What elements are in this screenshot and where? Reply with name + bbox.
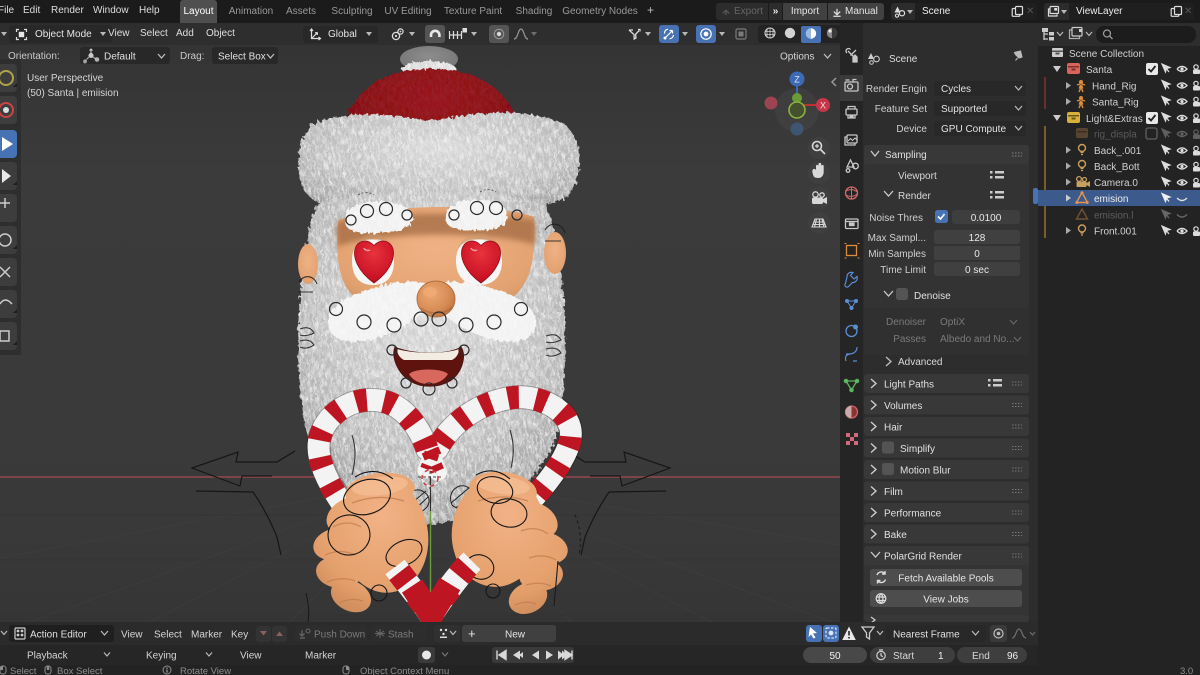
svg-text:Max Sampl...: Max Sampl... bbox=[868, 233, 926, 244]
svg-text:1: 1 bbox=[938, 651, 944, 662]
svg-text:View: View bbox=[240, 651, 262, 662]
svg-text:3.0: 3.0 bbox=[1180, 666, 1193, 675]
svg-text:Performance: Performance bbox=[884, 509, 942, 520]
svg-text:Sampling: Sampling bbox=[885, 150, 927, 161]
svg-text:Nearest Frame: Nearest Frame bbox=[893, 630, 960, 641]
svg-text:Start: Start bbox=[893, 651, 914, 662]
svg-text:emision.l: emision.l bbox=[1094, 211, 1133, 222]
svg-text:emision: emision bbox=[1094, 194, 1128, 205]
svg-text:Scene: Scene bbox=[889, 54, 918, 65]
svg-text:Box Select: Box Select bbox=[57, 666, 103, 675]
svg-text:View: View bbox=[121, 630, 143, 641]
svg-text:Stash: Stash bbox=[388, 630, 414, 641]
svg-text:0.0100: 0.0100 bbox=[971, 213, 1002, 224]
svg-text:PolarGrid Render: PolarGrid Render bbox=[884, 552, 962, 563]
svg-text:Default: Default bbox=[104, 52, 136, 63]
svg-text:Back_.001: Back_.001 bbox=[1094, 146, 1142, 157]
svg-text:Select: Select bbox=[10, 666, 37, 675]
svg-text:Orientation:: Orientation: bbox=[8, 51, 60, 62]
svg-text:Denoise: Denoise bbox=[914, 291, 951, 302]
svg-text:Action Editor: Action Editor bbox=[30, 630, 87, 641]
svg-text:Simplify: Simplify bbox=[900, 444, 935, 455]
svg-text:Film: Film bbox=[884, 487, 903, 498]
svg-text:Time Limit: Time Limit bbox=[880, 265, 926, 276]
svg-text:Volumes: Volumes bbox=[884, 401, 922, 412]
svg-text:+: + bbox=[468, 626, 476, 641]
svg-text:Passes: Passes bbox=[893, 334, 926, 345]
svg-text:User Perspective: User Perspective bbox=[27, 73, 104, 84]
svg-text:Z: Z bbox=[794, 75, 800, 85]
svg-text:Render: Render bbox=[898, 191, 931, 202]
svg-text:rig_displa: rig_displa bbox=[1094, 130, 1137, 141]
svg-text:Rotate View: Rotate View bbox=[180, 666, 231, 675]
svg-text:Object Context Menu: Object Context Menu bbox=[360, 666, 449, 675]
svg-text:50: 50 bbox=[829, 651, 841, 662]
svg-text:Supported: Supported bbox=[941, 104, 987, 115]
svg-text:Min Samples: Min Samples bbox=[868, 249, 926, 260]
svg-text:GPU Compute: GPU Compute bbox=[941, 124, 1006, 135]
svg-text:Options: Options bbox=[780, 52, 814, 63]
svg-text:Light&Extras: Light&Extras bbox=[1086, 114, 1143, 125]
svg-text:OptiX: OptiX bbox=[940, 317, 965, 328]
svg-text:Noise Thres: Noise Thres bbox=[869, 213, 923, 224]
svg-text:Marker: Marker bbox=[305, 651, 337, 662]
svg-text:128: 128 bbox=[969, 233, 986, 244]
svg-text:Cycles: Cycles bbox=[941, 84, 971, 95]
svg-text:Select: Select bbox=[154, 630, 182, 641]
svg-text:Bake: Bake bbox=[884, 530, 907, 541]
svg-text:Viewport: Viewport bbox=[898, 171, 937, 182]
svg-text:Select Box: Select Box bbox=[218, 52, 266, 63]
svg-text:0 sec: 0 sec bbox=[965, 265, 989, 276]
svg-text:Push Down: Push Down bbox=[314, 630, 365, 641]
svg-text:Camera.0: Camera.0 bbox=[1094, 178, 1138, 189]
svg-text:Key: Key bbox=[231, 630, 248, 641]
svg-text:Drag:: Drag: bbox=[180, 51, 204, 62]
svg-text:0: 0 bbox=[974, 249, 980, 260]
svg-text:Back_Bott: Back_Bott bbox=[1094, 162, 1140, 173]
svg-text:Light Paths: Light Paths bbox=[884, 380, 934, 391]
svg-text:Hair: Hair bbox=[884, 423, 903, 434]
svg-text:Motion Blur: Motion Blur bbox=[900, 466, 951, 477]
svg-text:Advanced: Advanced bbox=[898, 357, 942, 368]
svg-text:New: New bbox=[505, 630, 526, 641]
svg-text:Device: Device bbox=[896, 124, 927, 135]
svg-text:Feature Set: Feature Set bbox=[875, 104, 927, 115]
svg-text:Santa_Rig: Santa_Rig bbox=[1092, 98, 1139, 109]
svg-text:Playback: Playback bbox=[27, 651, 69, 662]
svg-text:Denoiser: Denoiser bbox=[886, 317, 927, 328]
svg-text:Albedo and No...: Albedo and No... bbox=[940, 334, 1015, 345]
svg-text:Fetch Available Pools: Fetch Available Pools bbox=[898, 574, 993, 585]
svg-text:96: 96 bbox=[1007, 651, 1019, 662]
svg-text:Marker: Marker bbox=[191, 630, 223, 641]
svg-text:Front.001: Front.001 bbox=[1094, 227, 1137, 238]
svg-text:View Jobs: View Jobs bbox=[923, 595, 968, 606]
svg-text:Keying: Keying bbox=[146, 651, 177, 662]
svg-text:X: X bbox=[820, 101, 826, 111]
svg-text:Hand_Rig: Hand_Rig bbox=[1092, 82, 1136, 93]
svg-text:(50) Santa | emiision: (50) Santa | emiision bbox=[27, 88, 119, 99]
svg-text:Scene Collection: Scene Collection bbox=[1069, 49, 1144, 60]
svg-text:End: End bbox=[972, 651, 990, 662]
svg-text:Render Engin: Render Engin bbox=[866, 84, 927, 95]
svg-text:Santa: Santa bbox=[1086, 65, 1113, 76]
